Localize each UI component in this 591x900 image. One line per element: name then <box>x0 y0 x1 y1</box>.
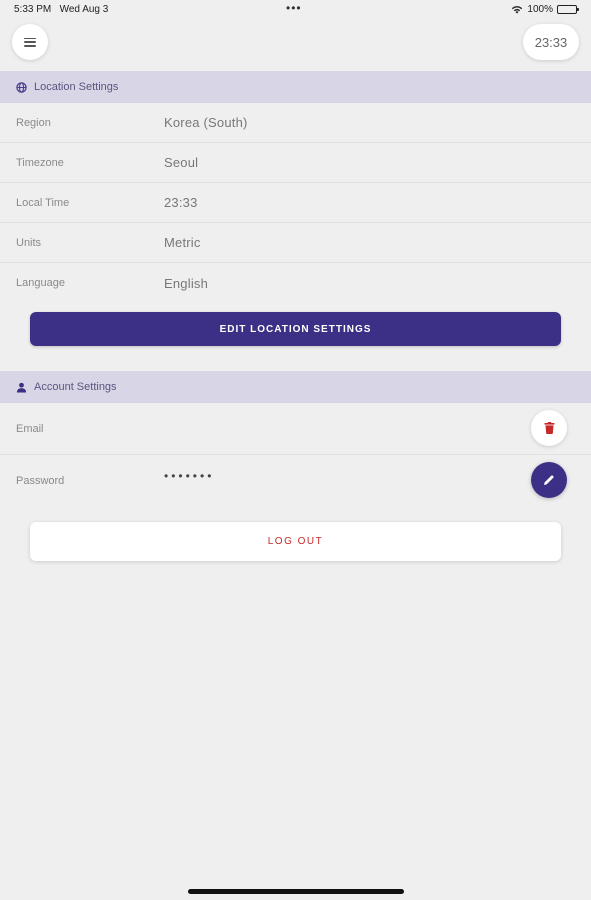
region-value: Korea (South) <box>164 115 248 130</box>
globe-icon <box>16 81 27 93</box>
units-label: Units <box>16 236 42 249</box>
trash-icon <box>544 422 554 434</box>
units-row: Units Metric <box>0 223 591 263</box>
status-date: Wed Aug 3 <box>59 4 109 15</box>
language-value: English <box>164 275 209 291</box>
wifi-icon <box>512 6 523 14</box>
password-label: Password <box>16 475 65 487</box>
account-settings-header: Account Settings <box>0 371 591 403</box>
region-row: Region Korea (South) <box>0 103 591 143</box>
hamburger-icon <box>24 37 36 47</box>
delete-email-button[interactable] <box>531 410 567 446</box>
timezone-label: Timezone <box>16 156 64 169</box>
pencil-icon <box>544 475 554 485</box>
location-settings-title: Location Settings <box>34 81 119 93</box>
status-indicators: 100% <box>511 4 579 15</box>
clock-display[interactable]: 23:33 <box>523 24 579 60</box>
status-time: 5:33 PM Wed Aug 3 <box>14 4 108 15</box>
password-value: ••••••• <box>164 469 215 483</box>
region-label: Region <box>16 116 51 129</box>
password-row: Password ••••••• <box>0 455 591 507</box>
menu-button[interactable] <box>12 24 48 60</box>
log-out-button[interactable]: LOG OUT <box>30 522 561 561</box>
multitasking-dots[interactable]: ••• <box>286 1 302 15</box>
language-label: Language <box>16 277 65 289</box>
timezone-value: Seoul <box>164 155 199 170</box>
email-label: Email <box>16 422 44 435</box>
home-indicator[interactable] <box>188 889 404 894</box>
local-time-value: 23:33 <box>164 195 198 210</box>
local-time-label: Local Time <box>16 196 70 209</box>
person-icon <box>16 382 27 393</box>
units-value: Metric <box>164 235 201 250</box>
battery-percent: 100% <box>527 4 553 15</box>
language-row: Language English <box>0 263 591 303</box>
email-row: Email <box>0 403 591 455</box>
battery-icon <box>557 5 579 14</box>
local-time-row: Local Time 23:33 <box>0 183 591 223</box>
status-clock: 5:33 PM <box>14 4 52 15</box>
edit-location-settings-button[interactable]: EDIT LOCATION SETTINGS <box>30 312 561 346</box>
status-bar: 5:33 PM Wed Aug 3 ••• 100% <box>0 0 591 20</box>
location-settings-header: Location Settings <box>0 71 591 103</box>
account-settings-title: Account Settings <box>34 381 117 393</box>
timezone-row: Timezone Seoul <box>0 143 591 183</box>
edit-password-button[interactable] <box>531 462 567 498</box>
